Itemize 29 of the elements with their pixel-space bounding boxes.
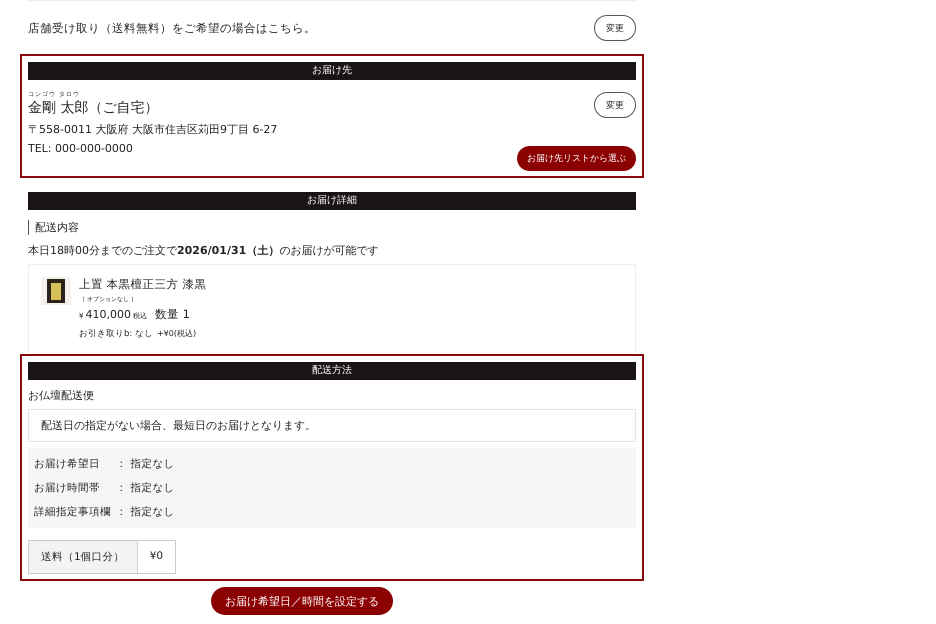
shipping-method: お仏壇配送便 bbox=[28, 388, 95, 403]
section-heading: お届け詳細 bbox=[28, 192, 636, 210]
address-list-button[interactable]: お届け先リストから選ぶ bbox=[517, 146, 636, 171]
pickup-option-text: お引き取りb: なし bbox=[79, 328, 153, 340]
change-button[interactable]: 変更 bbox=[594, 15, 636, 41]
shipping-fee-label: 送料（1個口分） bbox=[29, 541, 138, 573]
recipient-name: 金剛 太郎（ご自宅） bbox=[28, 99, 160, 117]
change-button[interactable]: 変更 bbox=[594, 92, 636, 118]
store-pickup-text: 店舗受け取り（送料無料）をご希望の場合はこちら。 bbox=[28, 20, 316, 36]
setting-value: ： 指定なし bbox=[116, 481, 174, 495]
shipping-fee-value: ¥0 bbox=[148, 549, 164, 564]
delivery-notice: 本日18時00分までのご注文で2026/01/31（土）のお届けが可能です bbox=[28, 243, 380, 258]
address-text: 〒558-0011 大阪府 大阪市住吉区苅田9丁目 6-27 bbox=[28, 122, 278, 137]
shipping-note: 配送日の指定がない場合、最短日のお届けとなります。 bbox=[28, 409, 636, 442]
setting-label: お届け希望日 bbox=[34, 457, 101, 471]
section-heading: 配送方法 bbox=[28, 362, 636, 380]
setting-label: お届け時間帯 bbox=[34, 481, 101, 495]
price-text: 410,000 bbox=[85, 308, 131, 321]
product-name: 上置 本黒檀正三方 漆黒 bbox=[79, 277, 206, 292]
product-thumbnail bbox=[41, 277, 71, 305]
set-delivery-date-button[interactable]: お届け希望日／時間を設定する bbox=[211, 587, 393, 615]
setting-value: ： 指定なし bbox=[116, 457, 174, 471]
quantity-text: 数量 1 bbox=[154, 307, 190, 322]
subsection-heading: 配送内容 bbox=[28, 220, 636, 235]
setting-label: 詳細指定事項欄 bbox=[34, 505, 112, 519]
phone-text: TEL: 000-000-0000 bbox=[28, 142, 134, 155]
section-heading: お届け先 bbox=[28, 62, 636, 80]
pickup-price: +¥0(税込) bbox=[156, 328, 196, 339]
setting-value: ： 指定なし bbox=[116, 505, 174, 519]
